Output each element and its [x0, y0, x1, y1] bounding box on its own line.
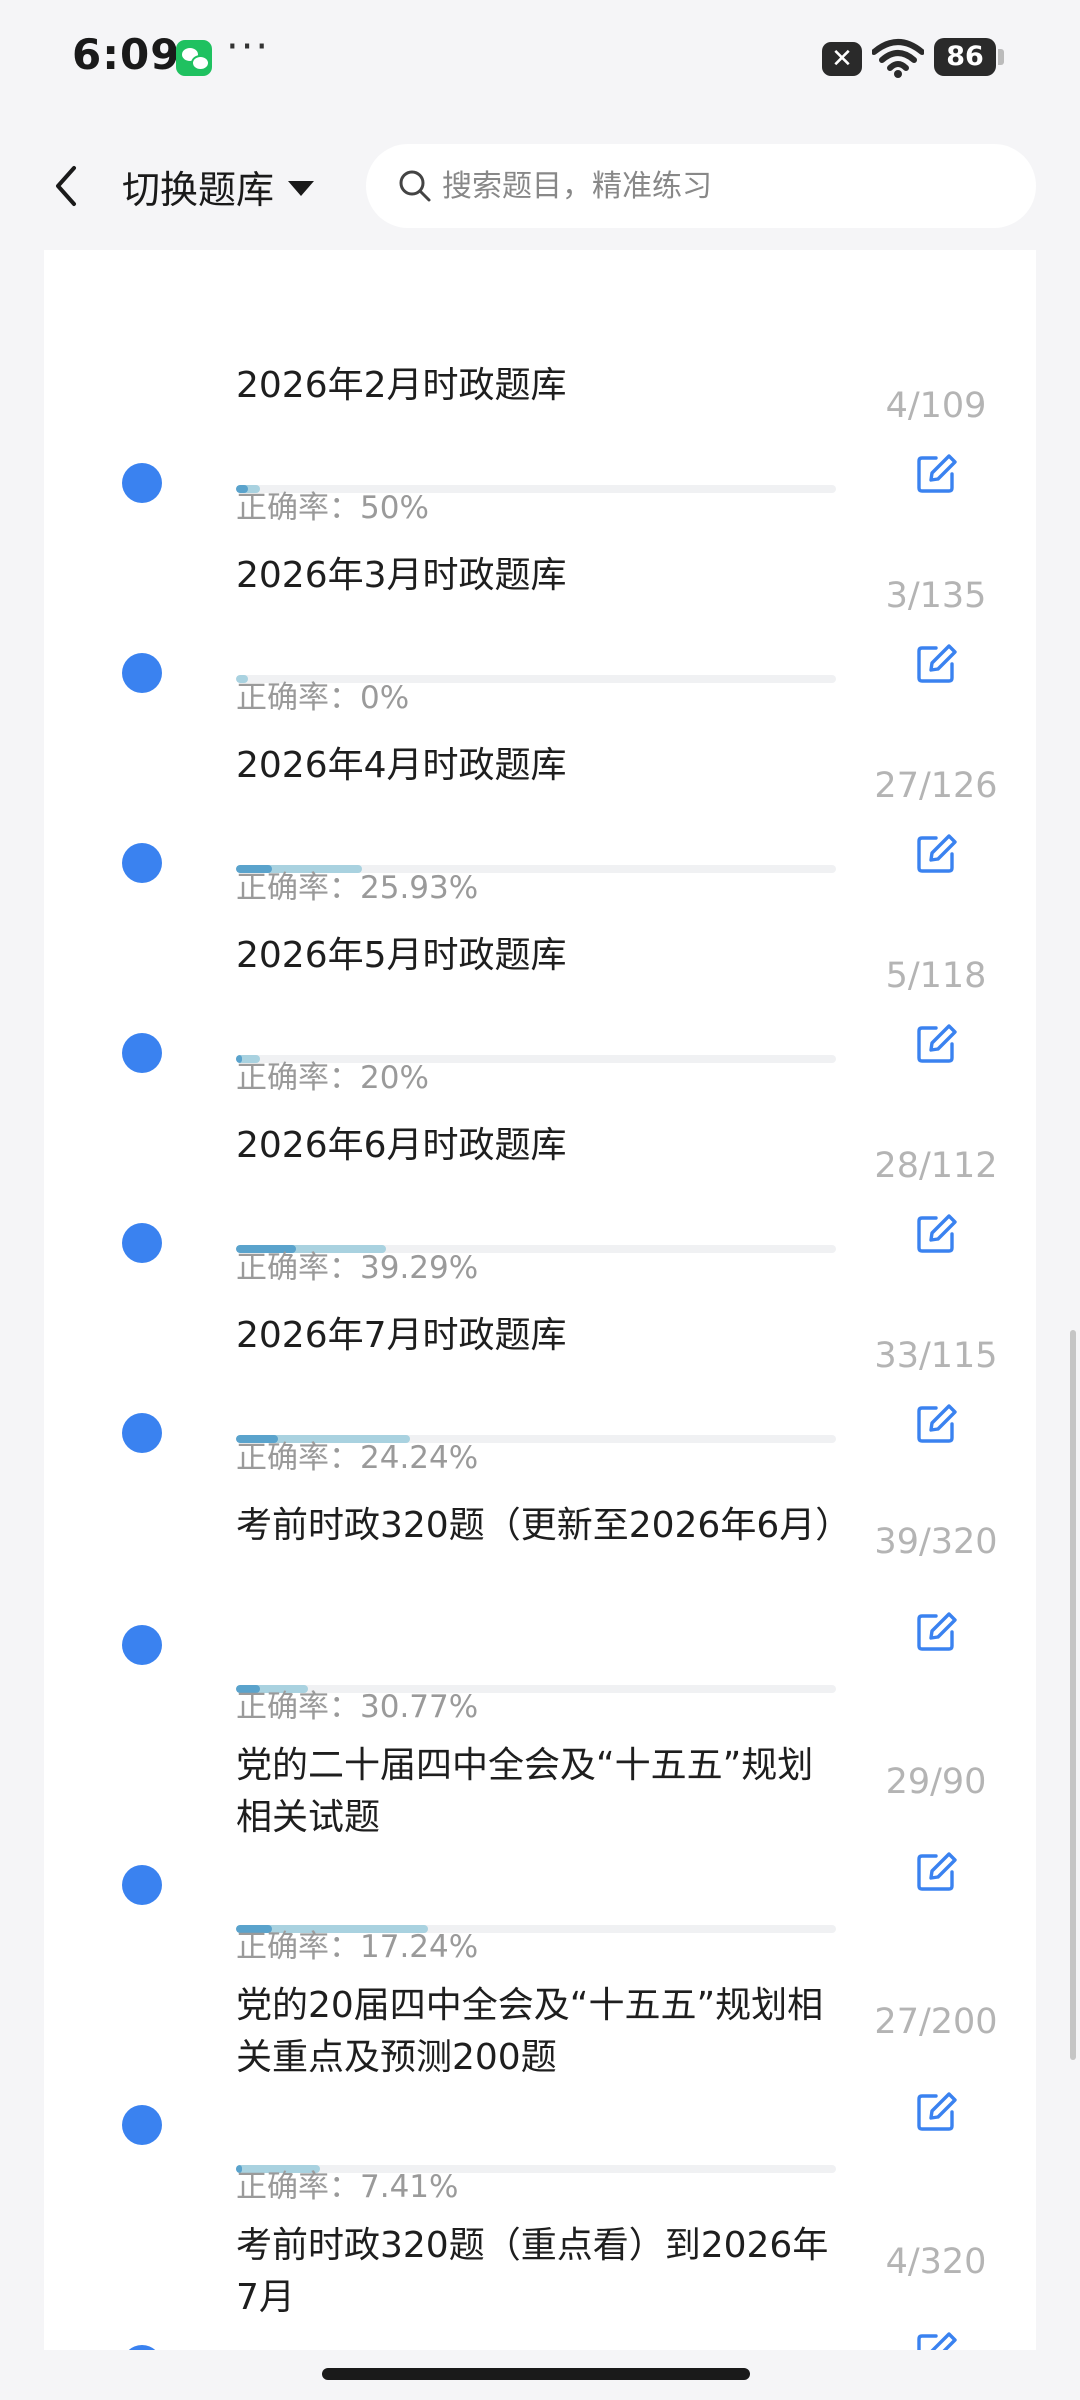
switch-question-bank-button[interactable]: 切换题库 — [122, 158, 315, 214]
status-dot-icon — [122, 653, 162, 693]
edit-icon[interactable] — [914, 832, 958, 876]
status-dot-icon — [122, 1625, 162, 1665]
battery-icon: 86 — [934, 38, 1004, 76]
edit-icon[interactable] — [914, 452, 958, 496]
accuracy-rate: 正确率：17.24% — [236, 1929, 479, 1965]
progress-count: 28/112 — [874, 1146, 998, 1186]
progress-count: 3/135 — [885, 576, 987, 616]
list-item[interactable]: 党的二十届四中全会及“十五五”规划相关试题正确率：17.24% 29/90 — [44, 1740, 1036, 1980]
switch-question-bank-label: 切换题库 — [122, 167, 275, 212]
status-dot-icon — [122, 1223, 162, 1263]
wifi-icon — [872, 39, 924, 78]
back-icon[interactable] — [42, 158, 92, 214]
progress-count: 27/200 — [874, 2002, 998, 2042]
more-notifications-icon: ··· — [226, 24, 271, 70]
search-box[interactable] — [366, 144, 1036, 228]
progress-count: 5/118 — [885, 956, 987, 996]
home-indicator[interactable] — [322, 2368, 750, 2380]
status-bar: 6:09 ··· ✕ 86 — [0, 0, 1080, 120]
item-title: 2026年5月时政题库 — [236, 935, 567, 976]
item-title: 2026年3月时政题库 — [236, 555, 567, 596]
item-title: 2026年6月时政题库 — [236, 1125, 567, 1166]
search-input[interactable] — [442, 168, 1002, 204]
caret-down-icon — [288, 180, 315, 196]
progress-count: 33/115 — [874, 1336, 998, 1376]
accuracy-rate: 正确率：0% — [236, 680, 410, 716]
item-title: 党的二十届四中全会及“十五五”规划相关试题 — [236, 1745, 814, 1838]
edit-icon[interactable] — [914, 1610, 958, 1654]
question-bank-card: 正确率：36.36%2026年2月时政题库正确率：50%4/1092026年3月… — [44, 250, 1036, 2350]
scrollbar[interactable] — [1070, 1330, 1076, 2060]
list-item[interactable]: 考前时政320题（更新至2026年6月） 正确率：30.77% 39/320 — [44, 1500, 1036, 1740]
status-dot-icon — [122, 463, 162, 503]
accuracy-rate: 正确率：30.77% — [236, 1689, 479, 1725]
item-title: 2026年4月时政题库 — [236, 745, 567, 786]
accuracy-rate: 正确率：50% — [236, 490, 429, 526]
accuracy-rate: 正确率：39.29% — [236, 1250, 479, 1286]
item-title: 党的20届四中全会及“十五五”规划相关重点及预测200题 — [236, 1985, 824, 2078]
item-title: 考前时政320题（更新至2026年6月） — [236, 1505, 852, 1546]
edit-icon[interactable] — [914, 642, 958, 686]
status-time: 6:09 — [72, 30, 181, 79]
item-title: 2026年2月时政题库 — [236, 365, 567, 406]
list-item[interactable]: 考前时政320题（重点看）到2026年7月 4/320 — [44, 2220, 1036, 2350]
accuracy-rate: 正确率：25.93% — [236, 870, 479, 906]
status-dot-icon — [122, 1865, 162, 1905]
item-title: 考前时政320题（重点看）到2026年7月 — [236, 2225, 829, 2318]
no-sim-icon: ✕ — [822, 42, 862, 76]
status-dot-icon — [122, 1033, 162, 1073]
accuracy-rate: 正确率：20% — [236, 1060, 429, 1096]
status-dot-icon — [122, 2105, 162, 2145]
nav-bar: 切换题库 — [0, 120, 1080, 250]
status-dot-icon — [122, 843, 162, 883]
question-bank-list: 正确率：36.36%2026年2月时政题库正确率：50%4/1092026年3月… — [0, 250, 1080, 2350]
progress-count: 27/126 — [874, 766, 998, 806]
edit-icon[interactable] — [914, 1402, 958, 1446]
edit-icon[interactable] — [914, 2090, 958, 2134]
item-title: 2026年7月时政题库 — [236, 1315, 567, 1356]
accuracy-rate: 正确率：24.24% — [236, 1440, 479, 1476]
edit-icon[interactable] — [914, 1850, 958, 1894]
edit-icon[interactable] — [914, 1022, 958, 1066]
edit-icon[interactable] — [914, 2330, 958, 2350]
progress-count: 4/109 — [885, 386, 987, 426]
progress-count: 39/320 — [874, 1522, 998, 1562]
list-item[interactable]: 党的20届四中全会及“十五五”规划相关重点及预测200题正确率：7.41% 27/… — [44, 1980, 1036, 2220]
accuracy-rate: 正确率：7.41% — [236, 2169, 459, 2205]
progress-count: 29/90 — [885, 1762, 987, 1802]
progress-count: 4/320 — [885, 2242, 987, 2282]
search-icon — [399, 170, 431, 202]
status-dot-icon — [122, 1413, 162, 1453]
edit-icon[interactable] — [914, 1212, 958, 1256]
wechat-notification-icon — [176, 40, 212, 76]
status-dot-icon — [122, 2345, 162, 2350]
